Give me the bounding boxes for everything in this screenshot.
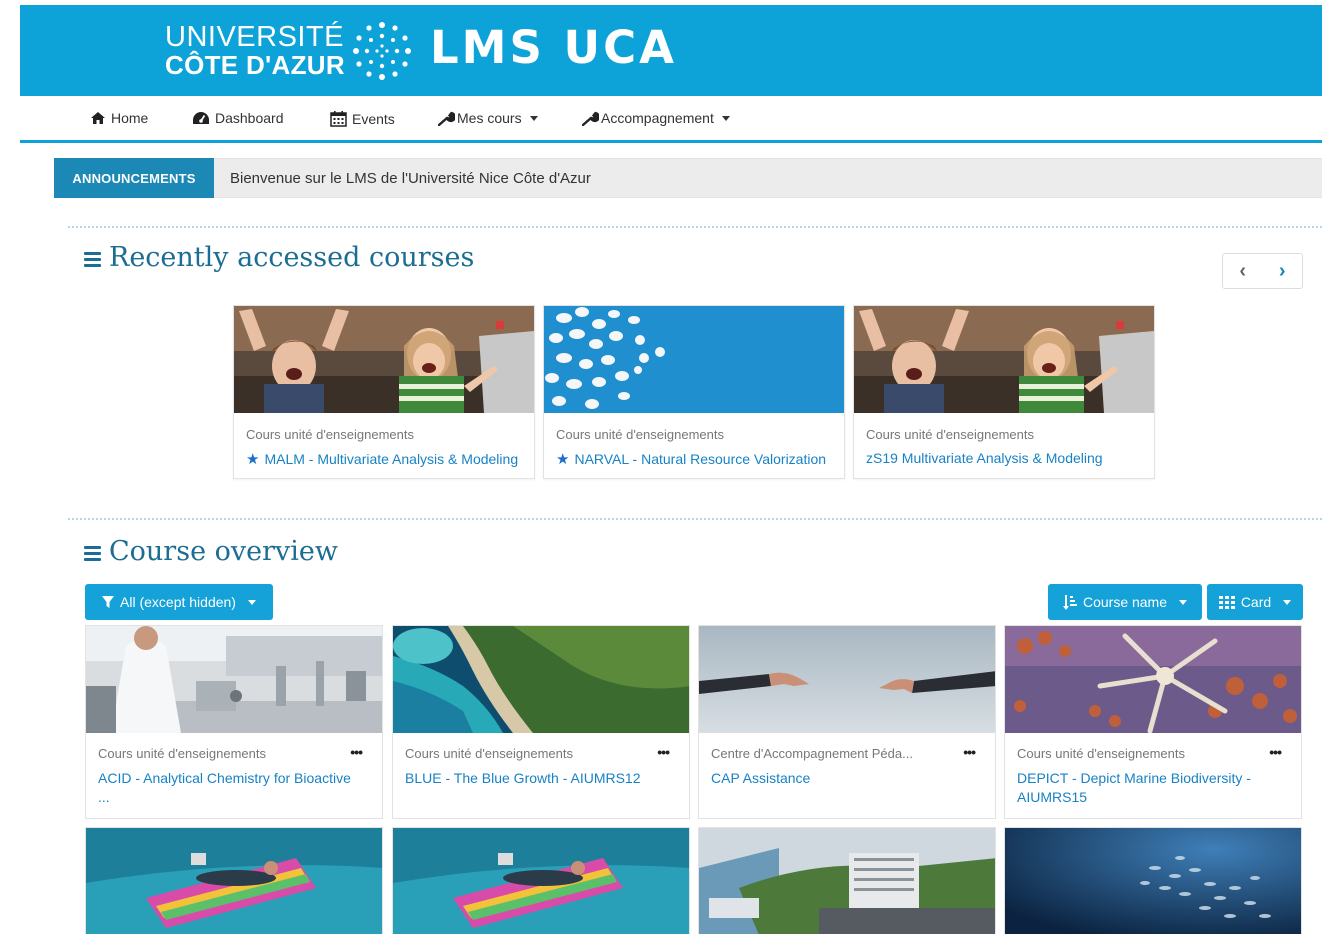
recent-courses-pager: ‹ › [1222,253,1303,289]
course-name[interactable]: DEPICT - Depict Marine Biodiversity - AI… [1017,769,1285,807]
course-category: Cours unité d'enseignements [246,427,414,442]
nav-mes-cours-label: Mes cours [457,110,522,126]
view-label: Card [1240,594,1272,610]
wrench-icon [582,111,599,126]
more-options-icon[interactable]: ••• [350,744,363,760]
course-category: Centre d'Accompagnement Péda... [711,746,913,761]
announcement-text[interactable]: Bienvenue sur le LMS de l'Université Nic… [230,170,591,187]
course-overview-title: Course overview [109,536,338,567]
filter-label: All (except hidden) [120,594,236,610]
university-logo-line1: UNIVERSITÉ [165,21,345,53]
course-card[interactable]: Cours unité d'enseignements ••• ACID - A… [85,625,383,819]
course-image[interactable] [234,306,534,413]
nav-home-label: Home [111,110,149,126]
university-logo[interactable]: UNIVERSITÉ CÔTE D'AZUR [165,21,345,80]
home-icon [91,112,105,124]
course-category: Cours unité d'enseignements [866,427,1034,442]
course-category: Cours unité d'enseignements [405,746,573,761]
previous-page-button[interactable]: ‹ [1223,254,1263,288]
filter-icon [102,596,115,608]
recent-courses-heading: Recently accessed courses [84,242,474,273]
course-card[interactable]: Cours unité d'enseignements ••• BLUE - T… [392,625,690,819]
announcements-bar: ANNOUNCEMENTS Bienvenue sur le LMS de l'… [54,158,1322,198]
grid-icon [1218,595,1235,609]
university-logo-line2: CÔTE D'AZUR [165,50,345,80]
course-image[interactable] [854,306,1154,413]
course-name-link[interactable]: ★ MALM - Multivariate Analysis & Modelin… [246,450,530,468]
course-image[interactable] [86,626,382,733]
nav-home[interactable]: Home [90,110,148,126]
course-category: Cours unité d'enseignements [98,746,266,761]
course-category: Cours unité d'enseignements [1017,746,1185,761]
chevron-down-icon [247,599,256,605]
dashboard-icon [193,111,209,124]
nav-events-label: Events [352,110,395,127]
sort-dropdown-button[interactable]: Course name [1048,584,1202,620]
chevron-down-icon [1283,599,1292,605]
nav-accompagnement[interactable]: Accompagnement [582,110,730,126]
course-image[interactable] [544,306,844,413]
star-icon: ★ [556,451,570,468]
course-name[interactable]: ACID - Analytical Chemistry for Bioactiv… [98,769,366,807]
course-image[interactable] [1005,626,1301,733]
site-title[interactable]: LMS UCA [430,21,677,74]
recent-course-card[interactable]: Cours unité d'enseignements ★ NARVAL - N… [543,305,845,479]
hamburger-icon [84,546,101,561]
course-card[interactable] [1004,827,1302,934]
course-image[interactable] [393,626,689,733]
view-dropdown-button[interactable]: Card [1207,584,1303,620]
course-card[interactable]: Centre d'Accompagnement Péda... ••• CAP … [698,625,996,819]
announcements-label[interactable]: ANNOUNCEMENTS [54,158,214,198]
page: UNIVERSITÉ CÔTE D'AZUR LMS UCA Home Dash… [0,0,1330,934]
section-divider [68,518,1322,520]
course-name[interactable]: CAP Assistance [711,769,979,788]
main-navbar: Home Dashboard Events Mes cours Accompag… [20,96,1322,143]
nav-dashboard[interactable]: Dashboard [192,110,284,126]
nav-accompagnement-label: Accompagnement [601,110,714,126]
wrench-icon [438,111,455,126]
course-card[interactable] [698,827,996,934]
course-image[interactable] [393,828,689,934]
sort-icon [1062,594,1077,610]
course-name: NARVAL - Natural Resource Valorization [574,451,827,467]
course-name: zS19 Multivariate Analysis & Modeling [866,450,1103,466]
star-icon: ★ [246,451,260,468]
course-card[interactable] [392,827,690,934]
university-dots-logo-icon [353,22,411,80]
more-options-icon[interactable]: ••• [657,744,670,760]
sort-label: Course name [1082,594,1168,610]
nav-events[interactable]: Events [330,110,395,127]
course-image[interactable] [86,828,382,934]
course-card[interactable] [85,827,383,934]
recent-courses-title: Recently accessed courses [109,242,475,273]
course-category: Cours unité d'enseignements [556,427,724,442]
course-overview-heading: Course overview [84,536,338,567]
course-image[interactable] [1005,828,1301,934]
filter-dropdown-button[interactable]: All (except hidden) [85,584,273,620]
course-name[interactable]: BLUE - The Blue Growth - AIUMRS12 [405,769,673,788]
chevron-down-icon [721,115,730,121]
course-name: MALM - Multivariate Analysis & Modeling [264,451,519,467]
course-card[interactable]: Cours unité d'enseignements ••• DEPICT -… [1004,625,1302,819]
calendar-icon [330,111,347,127]
header-banner: UNIVERSITÉ CÔTE D'AZUR LMS UCA [20,5,1322,96]
course-image[interactable] [699,828,995,934]
course-name-link[interactable]: zS19 Multivariate Analysis & Modeling [866,450,1150,466]
recent-course-card[interactable]: Cours unité d'enseignements zS19 Multiva… [853,305,1155,479]
section-divider [68,226,1322,228]
more-options-icon[interactable]: ••• [963,744,976,760]
hamburger-icon [84,252,101,267]
chevron-down-icon [529,115,538,121]
nav-dashboard-label: Dashboard [215,110,284,126]
course-image[interactable] [699,626,995,733]
next-page-button[interactable]: › [1263,254,1303,288]
nav-mes-cours[interactable]: Mes cours [438,110,538,126]
course-name-link[interactable]: ★ NARVAL - Natural Resource Valorization [556,450,840,468]
more-options-icon[interactable]: ••• [1269,744,1282,760]
recent-course-card[interactable]: Cours unité d'enseignements ★ MALM - Mul… [233,305,535,479]
chevron-down-icon [1179,599,1188,605]
